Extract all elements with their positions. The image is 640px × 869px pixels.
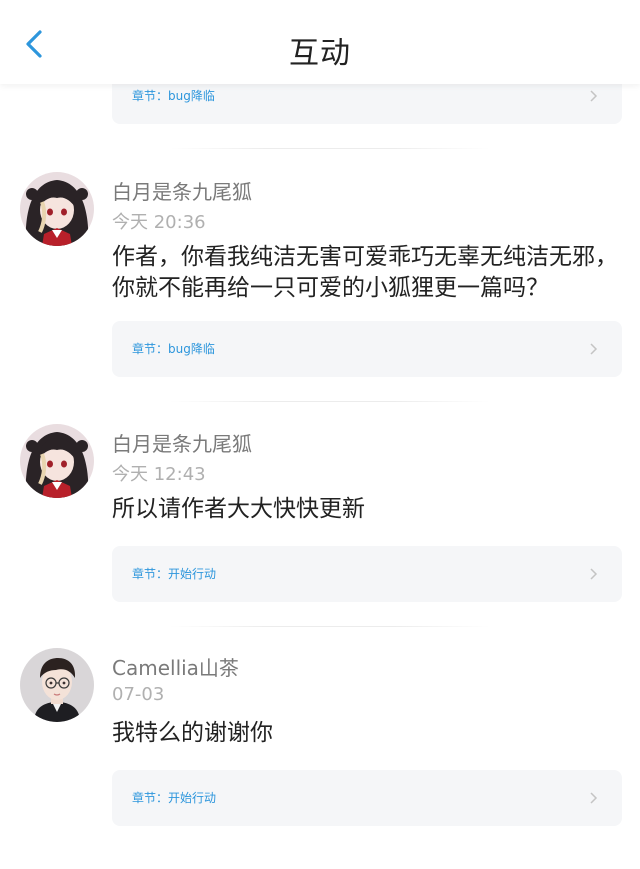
comment-text: 我特么的谢谢你: [112, 720, 273, 746]
anime-girl-avatar-icon: [20, 172, 94, 246]
comment-time: 今天 20:36: [112, 212, 206, 233]
avatar[interactable]: [20, 424, 94, 498]
comment-divider: [170, 401, 490, 402]
chapter-link-card[interactable]: 章节：bug降临: [112, 321, 622, 377]
chapter-link-card[interactable]: 章节：开始行动: [112, 546, 622, 602]
chevron-right-icon: [590, 568, 598, 580]
comment-username[interactable]: 白月是条九尾狐: [112, 176, 252, 205]
chapter-link-card[interactable]: 章节：开始行动: [112, 770, 622, 826]
chapter-label: 章节：bug降临: [132, 342, 215, 356]
chevron-right-icon: [590, 792, 598, 804]
anime-girl-avatar-icon: [20, 424, 94, 498]
avatar[interactable]: [20, 648, 94, 722]
comment-time: 07-03: [112, 684, 165, 705]
comment-username[interactable]: 白月是条九尾狐: [112, 428, 252, 457]
avatar[interactable]: [20, 172, 94, 246]
chevron-right-icon: [590, 90, 598, 102]
chapter-label: 章节：开始行动: [132, 567, 217, 581]
comment-time: 今天 12:43: [112, 464, 206, 485]
comment-text: 作者，你看我纯洁无害可爱乖巧无辜无纯洁无邪，你就不能再给一只可爱的小狐狸更一篇吗…: [112, 244, 618, 301]
comment-username[interactable]: Camellia山茶: [112, 652, 239, 681]
chapter-label: 章节：开始行动: [132, 791, 217, 805]
comment-divider: [170, 626, 490, 627]
comment-text: 所以请作者大大快快更新: [112, 496, 365, 522]
young-man-avatar-icon: [20, 648, 94, 722]
top-nav-bar: 互动: [0, 0, 640, 84]
comment-divider: [170, 148, 490, 149]
page-title: 互动: [289, 36, 351, 71]
chevron-right-icon: [590, 343, 598, 355]
